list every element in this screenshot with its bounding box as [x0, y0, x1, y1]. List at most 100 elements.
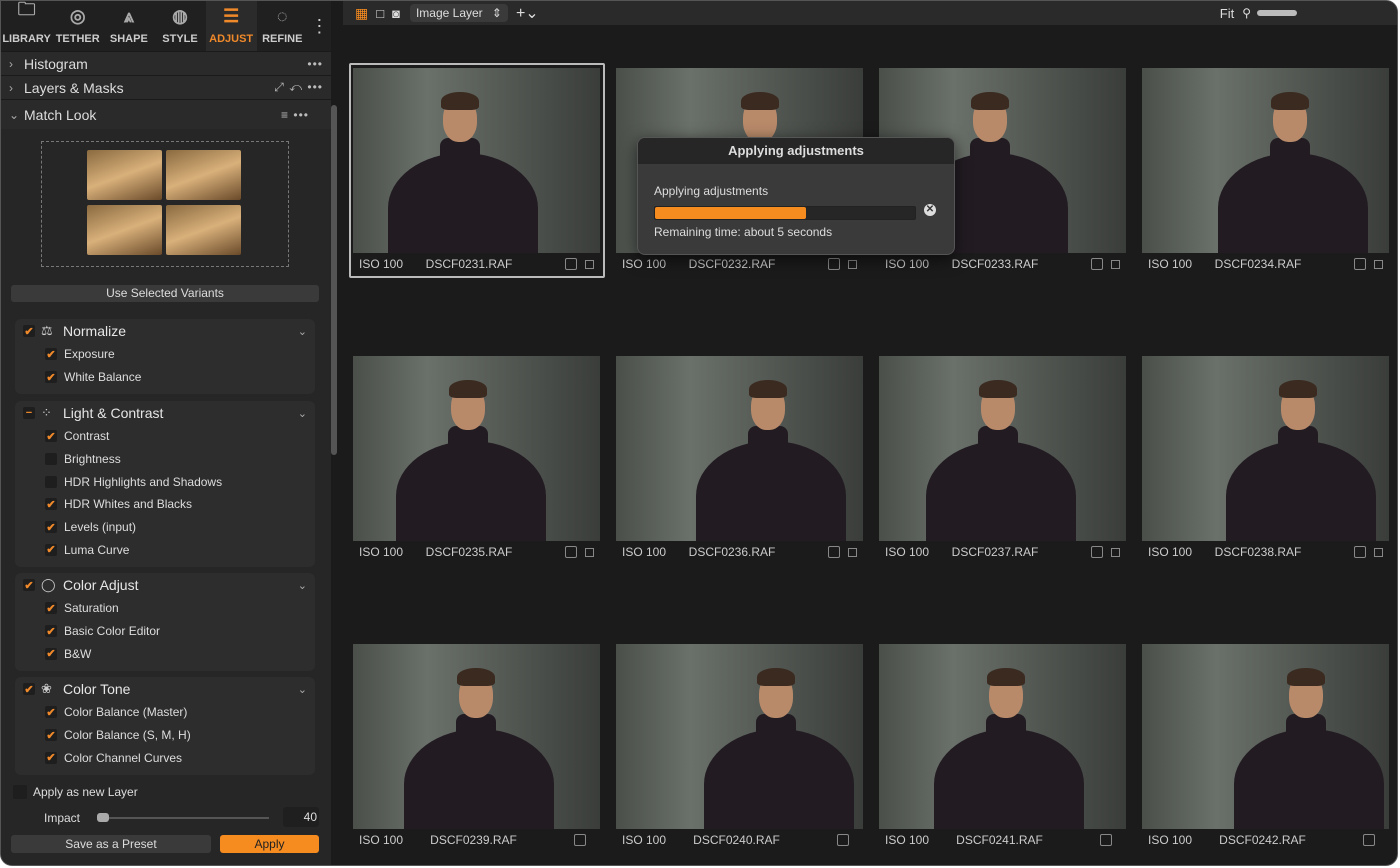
image-thumbnail[interactable]: ISO 100 DSCF0231.RAF — [353, 68, 600, 275]
select-checkbox[interactable] — [1353, 258, 1366, 270]
group-item[interactable]: ✔ Saturation — [15, 597, 315, 620]
grid-view-icon[interactable]: ▦ — [355, 5, 368, 22]
item-checkbox[interactable] — [45, 453, 57, 466]
group-item[interactable]: ✔ Contrast — [15, 425, 315, 448]
group-header[interactable]: − ⁘ Light & Contrast ⌄ — [15, 401, 315, 425]
image-thumbnail[interactable]: ISO 100 DSCF0234.RAF — [1142, 68, 1389, 275]
group-checkbox[interactable]: ✔ — [23, 579, 35, 592]
select-checkbox[interactable] — [1090, 546, 1103, 558]
single-view-icon[interactable]: □ — [376, 6, 384, 21]
photo[interactable] — [353, 356, 600, 541]
item-checkbox[interactable]: ✔ — [45, 706, 57, 719]
item-checkbox[interactable] — [45, 475, 57, 488]
group-checkbox[interactable]: − — [23, 407, 35, 419]
menu-icon[interactable]: ≡ ••• — [281, 108, 309, 122]
chevron-down-icon[interactable]: ⌄ — [298, 579, 307, 592]
photo[interactable] — [1142, 356, 1389, 541]
select-checkbox[interactable] — [1353, 546, 1366, 558]
photo[interactable] — [879, 644, 1126, 829]
select-checkbox[interactable] — [827, 546, 840, 558]
image-thumbnail[interactable]: ISO 100 DSCF0237.RAF — [879, 356, 1126, 563]
photo[interactable] — [1142, 68, 1389, 253]
fit-label[interactable]: Fit — [1220, 6, 1234, 21]
item-checkbox[interactable]: ✔ — [45, 521, 57, 534]
tab-library[interactable]: 🗀 LIBRARY — [1, 1, 52, 51]
group-item[interactable]: ✔ B&W — [15, 642, 315, 665]
more-icon[interactable]: ⤢ ↶ ••• — [274, 80, 323, 95]
use-selected-variants-button[interactable]: Use Selected Variants — [11, 285, 319, 302]
chevron-down-icon[interactable]: ⌄ — [298, 325, 307, 338]
chevron-down-icon[interactable]: ⌄ — [298, 683, 307, 696]
tab-tether[interactable]: ◎ TETHER — [52, 1, 103, 51]
item-checkbox[interactable]: ✔ — [45, 602, 57, 615]
impact-value-input[interactable]: 40 — [283, 807, 319, 827]
checkbox[interactable] — [13, 785, 27, 799]
more-icon[interactable]: ⋮ — [308, 1, 331, 51]
viewer-icon[interactable]: ◙ — [392, 6, 400, 21]
save-as-preset-button[interactable]: Save as a Preset — [11, 835, 211, 853]
reference-images[interactable] — [41, 141, 289, 267]
item-checkbox[interactable]: ✔ — [45, 625, 57, 638]
group-item[interactable]: ✔ Levels (input) — [15, 516, 315, 539]
group-item[interactable]: ✔ White Balance — [15, 366, 315, 389]
item-checkbox[interactable]: ✔ — [45, 498, 57, 511]
group-item[interactable]: ✔ Color Balance (Master) — [15, 701, 315, 724]
group-header[interactable]: ✔ ❀ Color Tone ⌄ — [15, 677, 315, 701]
photo[interactable] — [353, 644, 600, 829]
match-look-section[interactable]: ⌄ Match Look ≡ ••• — [1, 99, 331, 129]
item-checkbox[interactable]: ✔ — [45, 348, 57, 361]
item-checkbox[interactable]: ✔ — [45, 729, 57, 742]
group-checkbox[interactable]: ✔ — [23, 683, 35, 696]
tab-shape[interactable]: ⩓ SHAPE — [103, 1, 154, 51]
layers-section[interactable]: › Layers & Masks ⤢ ↶ ••• — [1, 75, 331, 99]
cancel-icon[interactable]: ✕ — [924, 204, 936, 216]
item-checkbox[interactable]: ✔ — [45, 430, 57, 443]
group-item[interactable]: Brightness — [15, 448, 315, 471]
photo[interactable] — [1142, 644, 1389, 829]
item-checkbox[interactable]: ✔ — [45, 751, 57, 764]
photo[interactable] — [879, 356, 1126, 541]
select-checkbox[interactable] — [1362, 834, 1375, 846]
zoom-out-icon[interactable]: ⚲ — [1242, 6, 1251, 20]
group-item[interactable]: ✔ Luma Curve — [15, 538, 315, 561]
zoom-slider[interactable] — [1257, 10, 1297, 16]
panel-scrollbar[interactable] — [331, 105, 337, 455]
select-checkbox[interactable] — [573, 834, 586, 846]
group-item[interactable]: ✔ HDR Whites and Blacks — [15, 493, 315, 516]
image-thumbnail[interactable]: ISO 100 DSCF0240.RAF — [616, 644, 863, 851]
select-checkbox[interactable] — [564, 546, 577, 558]
select-checkbox[interactable] — [836, 834, 849, 846]
slider-thumb[interactable] — [97, 813, 109, 822]
item-checkbox[interactable]: ✔ — [45, 647, 57, 660]
group-checkbox[interactable]: ✔ — [23, 325, 35, 338]
add-layer-icon[interactable]: +⌄ — [516, 3, 539, 23]
chevron-down-icon[interactable]: ⌄ — [298, 407, 307, 420]
item-checkbox[interactable]: ✔ — [45, 543, 57, 556]
group-item[interactable]: ✔ Exposure — [15, 343, 315, 366]
select-checkbox[interactable] — [1099, 834, 1112, 846]
photo[interactable] — [616, 356, 863, 541]
apply-button[interactable]: Apply — [220, 835, 319, 853]
histogram-section[interactable]: › Histogram ••• — [1, 51, 331, 75]
group-header[interactable]: ✔ ⚖ Normalize ⌄ — [15, 319, 315, 343]
group-item[interactable]: ✔ Color Balance (S, M, H) — [15, 724, 315, 747]
image-thumbnail[interactable]: ISO 100 DSCF0239.RAF — [353, 644, 600, 851]
tab-refine[interactable]: ◌ REFINE — [257, 1, 308, 51]
tab-adjust[interactable]: ☰ ADJUST — [205, 1, 257, 51]
select-checkbox[interactable] — [564, 258, 577, 270]
image-thumbnail[interactable]: ISO 100 DSCF0238.RAF — [1142, 356, 1389, 563]
photo[interactable] — [353, 68, 600, 253]
group-item[interactable]: ✔ Color Channel Curves — [15, 746, 315, 769]
tab-style[interactable]: ◍ STYLE — [154, 1, 205, 51]
image-thumbnail[interactable]: ISO 100 DSCF0235.RAF — [353, 356, 600, 563]
select-checkbox[interactable] — [1090, 258, 1103, 270]
more-icon[interactable]: ••• — [307, 57, 323, 71]
image-thumbnail[interactable]: ISO 100 DSCF0241.RAF — [879, 644, 1126, 851]
apply-as-new-layer-checkbox[interactable]: Apply as new Layer — [13, 785, 138, 799]
photo[interactable] — [616, 644, 863, 829]
group-item[interactable]: HDR Highlights and Shadows — [15, 470, 315, 493]
select-checkbox[interactable] — [827, 258, 840, 270]
layer-select[interactable]: Image Layer ⇕ — [409, 4, 508, 22]
item-checkbox[interactable]: ✔ — [45, 371, 57, 384]
image-thumbnail[interactable]: ISO 100 DSCF0236.RAF — [616, 356, 863, 563]
